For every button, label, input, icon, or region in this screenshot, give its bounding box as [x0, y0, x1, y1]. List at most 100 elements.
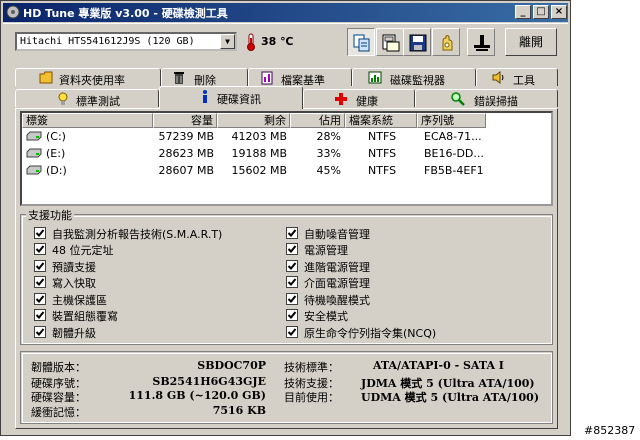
- tab-label: 磁碟監視器: [390, 74, 445, 87]
- column-header-free[interactable]: 剩余: [217, 113, 290, 128]
- feature-label: 韌體升級: [52, 327, 96, 340]
- drive-details-group: 韌體版本： SBDOC70P 硬碟序號： SB2541H6G43GJE 硬碟容量…: [20, 351, 553, 424]
- copy-info-button[interactable]: [347, 28, 375, 56]
- checkbox-checked-icon[interactable]: [34, 276, 46, 288]
- partition-filesystem: NTFS: [368, 164, 397, 177]
- checkbox-checked-icon[interactable]: [286, 293, 298, 305]
- feature-label: 原生命令佇列指令集(NCQ): [304, 327, 437, 340]
- feature-label: 48 位元定址: [52, 244, 114, 257]
- eject-icon: [474, 35, 490, 51]
- partition-row[interactable]: (E:) 28623 MB 19188 MB 33% NTFS BE16-DD.…: [22, 145, 551, 162]
- feature-label: 裝置組態覆寫: [52, 310, 118, 323]
- checkbox-checked-icon[interactable]: [34, 260, 46, 272]
- tab-label: 硬碟資訊: [217, 93, 261, 106]
- tab-error-scan[interactable]: 錯誤掃描: [415, 89, 558, 108]
- window-title: HD Tune 專業版 v3.00 - 硬碟檢測工具: [23, 7, 228, 20]
- drive-icon: [26, 148, 42, 158]
- tab-label: 標準測試: [76, 95, 120, 108]
- maximize-button[interactable]: □: [533, 5, 549, 19]
- partition-row[interactable]: (C:) 57239 MB 41203 MB 28% NTFS ECA8-71.…: [22, 128, 551, 145]
- tab-file-benchmark[interactable]: 檔案基準: [248, 68, 352, 87]
- options-icon: [442, 35, 453, 51]
- column-header-capacity[interactable]: 容量: [153, 113, 217, 128]
- feature-label: 自動噪音管理: [304, 228, 370, 241]
- tab-disk-monitor[interactable]: 磁碟監視器: [352, 68, 476, 87]
- capacity-value: 111.8 GB (~120.0 GB): [128, 389, 266, 402]
- capacity-label: 硬碟容量：: [31, 391, 86, 404]
- partition-serial: BE16-DD...: [424, 147, 484, 160]
- folder-icon: [39, 71, 53, 84]
- partition-list[interactable]: 標簽 容量 剩余 佔用 檔案系統 序列號 (C:) 57239 MB 41203…: [20, 111, 553, 206]
- file-benchmark-icon: [261, 71, 273, 85]
- options-button[interactable]: [432, 28, 460, 56]
- thermometer-icon: [247, 33, 255, 51]
- checkbox-checked-icon[interactable]: [34, 326, 46, 338]
- feature-label: 自我監測分析報告技術(S.M.A.R.T): [52, 228, 223, 241]
- tab-label: 錯誤掃描: [474, 95, 518, 108]
- tab-tools[interactable]: 工具: [476, 68, 558, 87]
- drive-icon: [26, 165, 42, 175]
- partition-label: (E:): [46, 147, 66, 160]
- trash-icon: [174, 72, 184, 84]
- firmware-label: 韌體版本：: [31, 361, 86, 374]
- temperature-value: 38 ℃: [261, 35, 294, 48]
- partition-capacity: 28623 MB: [158, 147, 214, 160]
- feature-label: 主機保護區: [52, 294, 107, 307]
- checkbox-checked-icon[interactable]: [34, 243, 46, 255]
- close-button[interactable]: ×: [551, 5, 567, 19]
- tab-folder-usage[interactable]: 資料夾使用率: [15, 68, 161, 87]
- monitor-icon: [368, 71, 382, 84]
- tab-erase[interactable]: 刪除: [161, 68, 248, 87]
- column-header-serial[interactable]: 序列號: [417, 113, 486, 128]
- checkbox-checked-icon[interactable]: [286, 276, 298, 288]
- serial-value: SB2541H6G43GJE: [152, 375, 266, 388]
- checkbox-checked-icon[interactable]: [286, 326, 298, 338]
- feature-label: 寫入快取: [52, 277, 96, 290]
- speaker-icon: [492, 71, 504, 84]
- checkbox-checked-icon[interactable]: [286, 260, 298, 272]
- chevron-down-icon[interactable]: ▼: [220, 34, 235, 49]
- feature-label: 待機喚醒模式: [304, 294, 370, 307]
- partition-capacity: 57239 MB: [158, 130, 214, 143]
- tab-label: 健康: [356, 95, 378, 108]
- copy-info-icon: [353, 34, 370, 52]
- minimize-button[interactable]: _: [515, 5, 531, 19]
- app-icon: [6, 5, 20, 19]
- column-header-label[interactable]: 標簽: [22, 113, 153, 128]
- partition-row[interactable]: (D:) 28607 MB 15602 MB 45% NTFS FB5B-4EF…: [22, 162, 551, 179]
- tab-label: 資料夾使用率: [59, 74, 125, 87]
- partition-filesystem: NTFS: [368, 147, 397, 160]
- current-mode-value: UDMA 模式 5 (Ultra ATA/100): [361, 391, 540, 404]
- tab-health[interactable]: 健康: [303, 89, 415, 108]
- checkbox-checked-icon[interactable]: [34, 309, 46, 321]
- eject-button[interactable]: [467, 28, 495, 56]
- checkbox-checked-icon[interactable]: [286, 243, 298, 255]
- title-bar[interactable]: HD Tune 專業版 v3.00 - 硬碟檢測工具 _ □ ×: [3, 3, 568, 22]
- feature-label: 安全模式: [304, 310, 348, 323]
- health-cross-icon: [335, 93, 347, 105]
- save-button[interactable]: [403, 28, 431, 56]
- tab-disk-info[interactable]: 硬碟資訊: [159, 86, 303, 109]
- toolbar-separator: [3, 23, 568, 24]
- drive-icon: [26, 131, 42, 141]
- partition-list-header: 標簽 容量 剩余 佔用 檔案系統 序列號: [22, 113, 551, 128]
- column-header-used[interactable]: 佔用: [290, 113, 345, 128]
- tab-benchmark[interactable]: 標準測試: [15, 89, 159, 108]
- partition-free: 15602 MB: [231, 164, 287, 177]
- column-header-filesystem[interactable]: 檔案系統: [345, 113, 417, 128]
- checkbox-checked-icon[interactable]: [34, 293, 46, 305]
- checkbox-checked-icon[interactable]: [34, 227, 46, 239]
- firmware-value: SBDOC70P: [197, 359, 266, 372]
- partition-label: (D:): [46, 164, 67, 177]
- partition-serial: FB5B-4EF1: [424, 164, 484, 177]
- drive-select[interactable]: Hitachi HTS541612J9S (120 GB) ▼: [15, 32, 237, 51]
- info-icon: [203, 90, 207, 103]
- buffer-label: 緩衝記憶：: [31, 406, 86, 419]
- partition-used: 33%: [316, 147, 341, 160]
- copy-screenshot-button[interactable]: [376, 28, 404, 56]
- partition-used: 45%: [316, 164, 341, 177]
- checkbox-checked-icon[interactable]: [286, 309, 298, 321]
- exit-button[interactable]: 離開: [505, 28, 557, 56]
- tab-label: 工具: [513, 74, 535, 87]
- checkbox-checked-icon[interactable]: [286, 227, 298, 239]
